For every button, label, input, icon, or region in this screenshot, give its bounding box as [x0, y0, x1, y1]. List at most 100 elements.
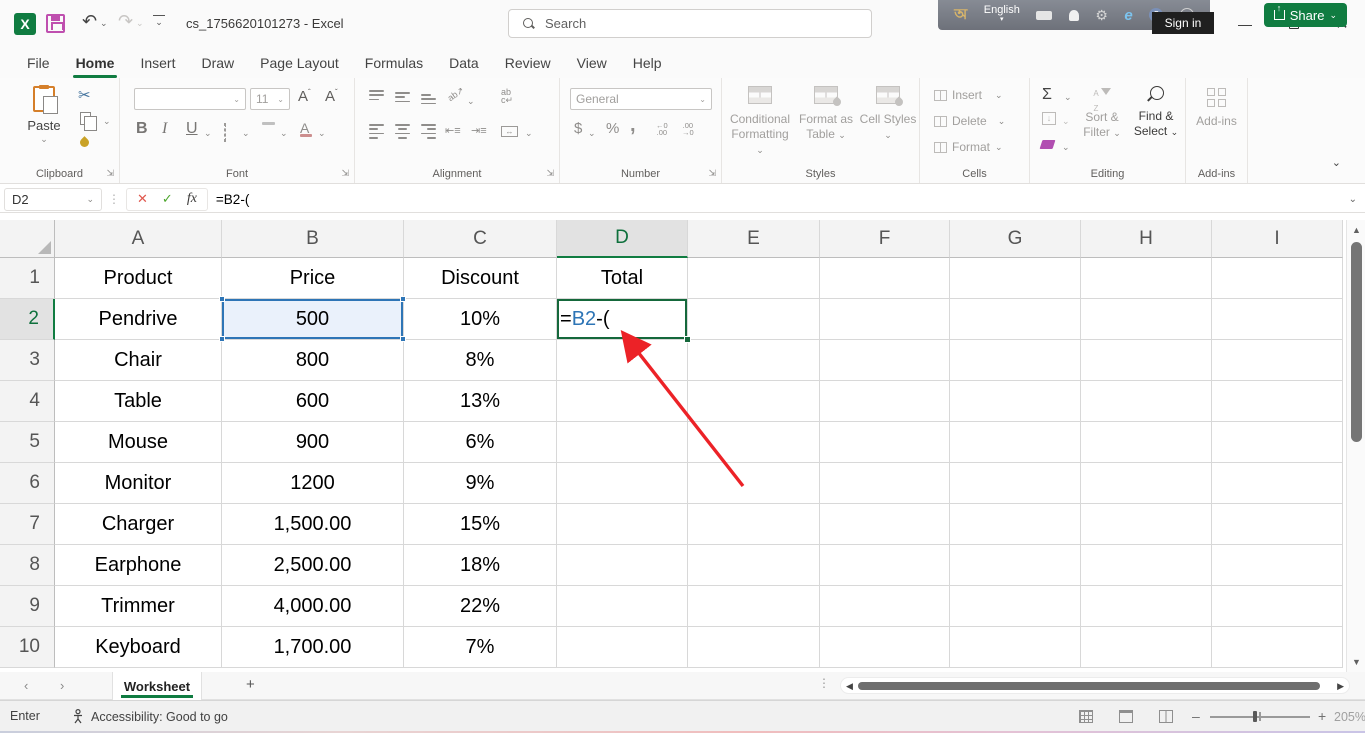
cell-G5[interactable]	[950, 422, 1081, 463]
cell-B7[interactable]: 1,500.00	[222, 504, 404, 545]
cell-C9[interactable]: 22%	[404, 586, 557, 627]
cell-E5[interactable]	[688, 422, 820, 463]
column-header-G[interactable]: G	[950, 220, 1081, 258]
tab-help[interactable]: Help	[620, 48, 675, 78]
cell-B9[interactable]: 4,000.00	[222, 586, 404, 627]
cell-A7[interactable]: Charger	[55, 504, 222, 545]
keyboard-icon[interactable]	[1036, 10, 1053, 20]
cell-C1[interactable]: Discount	[404, 258, 557, 299]
cell-F7[interactable]	[820, 504, 950, 545]
cell-I9[interactable]	[1212, 586, 1343, 627]
cell-D7[interactable]	[557, 504, 688, 545]
page-break-view-icon[interactable]	[1159, 710, 1173, 723]
scroll-down-icon[interactable]: ▼	[1347, 657, 1365, 667]
font-name-combo[interactable]: ⌄	[134, 88, 246, 110]
column-header-A[interactable]: A	[55, 220, 222, 258]
cell-E2[interactable]	[688, 299, 820, 340]
cell-I7[interactable]	[1212, 504, 1343, 545]
vertical-scroll-thumb[interactable]	[1351, 242, 1362, 442]
column-header-C[interactable]: C	[404, 220, 557, 258]
cell-G7[interactable]	[950, 504, 1081, 545]
scrollbar-grip-icon[interactable]: ⋮	[818, 676, 830, 690]
cell-A2[interactable]: Pendrive	[55, 299, 222, 340]
cell-G6[interactable]	[950, 463, 1081, 504]
cell-A8[interactable]: Earphone	[55, 545, 222, 586]
cell-E7[interactable]	[688, 504, 820, 545]
scroll-up-icon[interactable]: ▲	[1347, 225, 1365, 235]
zoom-in-icon[interactable]: +	[1318, 708, 1326, 724]
fill-color-caret-icon[interactable]: ⌄	[280, 128, 288, 139]
font-color-icon[interactable]: A	[300, 120, 312, 137]
cell-E4[interactable]	[688, 381, 820, 422]
tab-insert[interactable]: Insert	[127, 48, 188, 78]
paste-button[interactable]: Paste ⌄	[22, 85, 66, 145]
selection-handle[interactable]	[219, 336, 225, 342]
cell-A4[interactable]: Table	[55, 381, 222, 422]
insert-function-icon[interactable]: fx	[187, 191, 197, 207]
share-button[interactable]: Share⌄	[1263, 3, 1347, 27]
cell-F5[interactable]	[820, 422, 950, 463]
name-box-caret-icon[interactable]: ⌄	[86, 194, 94, 205]
cell-I2[interactable]	[1212, 299, 1343, 340]
cell-B6[interactable]: 1200	[222, 463, 404, 504]
orientation-icon[interactable]: ab↗	[446, 85, 466, 103]
selection-handle[interactable]	[400, 296, 406, 302]
cell-H10[interactable]	[1081, 627, 1212, 668]
cell-F10[interactable]	[820, 627, 950, 668]
row-header-10[interactable]: 10	[0, 627, 55, 668]
cell-A10[interactable]: Keyboard	[55, 627, 222, 668]
cell-G1[interactable]	[950, 258, 1081, 299]
cell-I5[interactable]	[1212, 422, 1343, 463]
language-script-icon[interactable]: অ	[954, 3, 967, 28]
cell-G4[interactable]	[950, 381, 1081, 422]
align-middle-icon[interactable]	[395, 92, 410, 103]
cell-C7[interactable]: 15%	[404, 504, 557, 545]
row-header-5[interactable]: 5	[0, 422, 55, 463]
cell-C3[interactable]: 8%	[404, 340, 557, 381]
cell-C8[interactable]: 18%	[404, 545, 557, 586]
selection-handle[interactable]	[219, 296, 225, 302]
cell-E9[interactable]	[688, 586, 820, 627]
align-bottom-icon[interactable]	[421, 94, 436, 105]
tab-file[interactable]: File	[14, 48, 63, 78]
search-input[interactable]: Search	[508, 9, 872, 38]
tab-home[interactable]: Home	[63, 48, 128, 78]
autosum-caret-icon[interactable]: ⌄	[1064, 92, 1072, 103]
cell-F9[interactable]	[820, 586, 950, 627]
cell-E1[interactable]	[688, 258, 820, 299]
browser-icon[interactable]: e	[1124, 7, 1132, 24]
currency-icon[interactable]: $	[574, 120, 582, 137]
cell-D6[interactable]	[557, 463, 688, 504]
fill-handle[interactable]	[684, 336, 691, 343]
cell-H3[interactable]	[1081, 340, 1212, 381]
row-header-7[interactable]: 7	[0, 504, 55, 545]
zoom-out-icon[interactable]: –	[1192, 708, 1200, 724]
row-header-3[interactable]: 3	[0, 340, 55, 381]
cell-H5[interactable]	[1081, 422, 1212, 463]
merge-caret-icon[interactable]: ⌄	[525, 128, 533, 139]
underline-icon[interactable]: U	[186, 120, 198, 138]
orientation-caret-icon[interactable]: ⌄	[467, 96, 475, 107]
align-top-icon[interactable]	[369, 90, 384, 101]
cell-E6[interactable]	[688, 463, 820, 504]
accessibility-status[interactable]: Accessibility: Good to go	[72, 709, 228, 724]
format-painter-icon[interactable]	[78, 136, 91, 149]
cell-G2[interactable]	[950, 299, 1081, 340]
sheet-tab-worksheet[interactable]: Worksheet	[112, 672, 202, 700]
column-header-F[interactable]: F	[820, 220, 950, 258]
row-header-2[interactable]: 2	[0, 299, 55, 340]
cell-E10[interactable]	[688, 627, 820, 668]
page-layout-view-icon[interactable]	[1119, 710, 1133, 723]
tab-view[interactable]: View	[564, 48, 620, 78]
cell-B2[interactable]: 500	[219, 296, 406, 342]
cell-I1[interactable]	[1212, 258, 1343, 299]
cell-A5[interactable]: Mouse	[55, 422, 222, 463]
row-header-6[interactable]: 6	[0, 463, 55, 504]
row-header-8[interactable]: 8	[0, 545, 55, 586]
cell-E8[interactable]	[688, 545, 820, 586]
tab-formulas[interactable]: Formulas	[352, 48, 436, 78]
cell-B5[interactable]: 900	[222, 422, 404, 463]
cell-F8[interactable]	[820, 545, 950, 586]
gear-icon[interactable]: ⚙	[1095, 7, 1108, 24]
zoom-level[interactable]: 205%	[1334, 710, 1365, 724]
